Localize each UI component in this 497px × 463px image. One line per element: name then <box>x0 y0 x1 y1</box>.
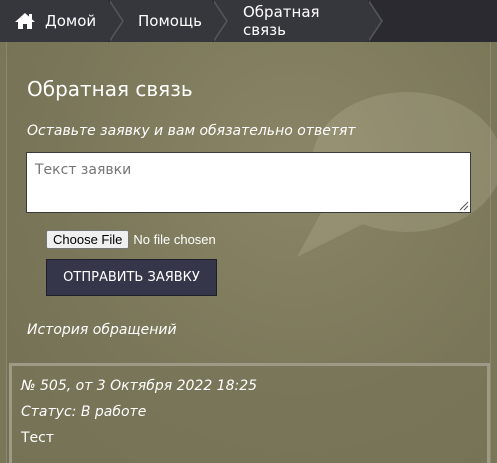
home-icon <box>15 13 35 29</box>
ticket-header: № 505, от 3 Октября 2022 18:25 <box>21 378 258 394</box>
ticket-text: Тест <box>21 430 55 446</box>
breadcrumb-help-label: Помощь <box>138 12 202 30</box>
breadcrumb-arrow <box>212 0 226 42</box>
page-title: Обратная связь <box>27 77 193 101</box>
breadcrumb-arrow <box>367 0 381 42</box>
ticket-status: Статус: В работе <box>21 404 147 420</box>
breadcrumb-arrow <box>108 0 122 42</box>
breadcrumb-help[interactable]: Помощь <box>110 0 228 42</box>
choose-file-button[interactable]: Choose File <box>46 229 130 249</box>
file-upload: Choose File No file chosen <box>46 229 216 249</box>
request-textarea[interactable] <box>26 152 471 213</box>
breadcrumb-feedback-label: Обратная связь <box>243 3 320 39</box>
breadcrumb-home-label: Домой <box>45 12 97 30</box>
file-status: No file chosen <box>133 231 216 247</box>
breadcrumb: Домой Помощь Обратная связь <box>0 0 497 42</box>
history-title: История обращений <box>27 322 177 338</box>
breadcrumb-home[interactable]: Домой <box>0 0 124 42</box>
resize-grip-icon[interactable] <box>458 200 469 211</box>
breadcrumb-feedback[interactable]: Обратная связь <box>214 0 383 42</box>
submit-request-button[interactable]: ОТПРАВИТЬ ЗАЯВКУ <box>46 259 217 296</box>
form-subtitle: Оставьте заявку и вам обязательно ответя… <box>27 123 356 139</box>
